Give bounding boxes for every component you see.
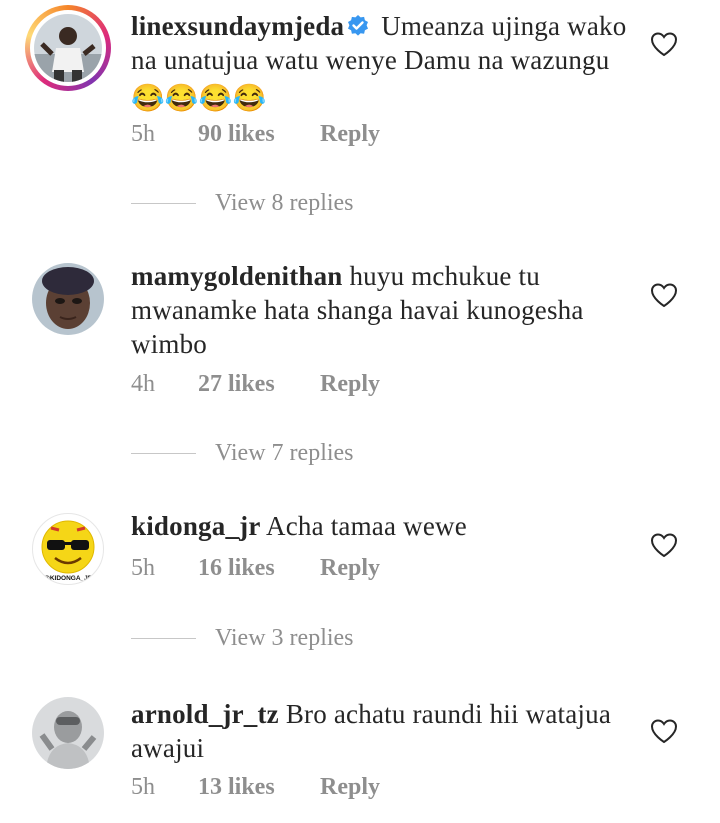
comment-time: 5h — [131, 555, 155, 581]
avatar-text: @KIDONGA_JR — [44, 575, 93, 582]
avatar[interactable] — [32, 697, 104, 769]
likes-count[interactable]: 13 likes — [198, 774, 275, 801]
comment-time: 4h — [131, 371, 155, 397]
heart-outline-icon[interactable] — [650, 282, 678, 308]
avatar[interactable] — [32, 263, 104, 335]
reply-button[interactable]: Reply — [320, 555, 380, 582]
comment-text: Acha tamaa wewe — [266, 511, 467, 541]
likes-count[interactable]: 27 likes — [198, 371, 275, 398]
comment-text-block: kidonga_jr Acha tamaa wewe — [131, 509, 631, 543]
verified-badge-icon — [348, 15, 369, 36]
comment-text-block: mamygoldenithan huyu mchukue tu mwanamke… — [131, 259, 631, 361]
username-link[interactable]: arnold_jr_tz — [131, 699, 279, 729]
comment-text-block: linexsundaymjeda Umeanza ujinga wako na … — [131, 9, 631, 115]
heart-outline-icon[interactable] — [650, 31, 678, 57]
heart-outline-icon[interactable] — [650, 718, 678, 744]
likes-count[interactable]: 16 likes — [198, 555, 275, 582]
likes-count[interactable]: 90 likes — [198, 121, 275, 148]
avatar[interactable]: @KIDONGA_JR — [32, 513, 104, 585]
reply-button[interactable]: Reply — [320, 774, 380, 801]
comment-text-block: arnold_jr_tz Bro achatu raundi hii wataj… — [131, 697, 631, 765]
reply-button[interactable]: Reply — [320, 121, 380, 148]
comment-time: 5h — [131, 121, 155, 147]
username-link[interactable]: mamygoldenithan — [131, 261, 343, 291]
heart-outline-icon[interactable] — [650, 532, 678, 558]
reply-button[interactable]: Reply — [320, 371, 380, 398]
comment-time: 5h — [131, 774, 155, 800]
divider — [131, 638, 196, 639]
divider — [131, 453, 196, 454]
laughing-emoji: 😂😂😂😂 — [131, 83, 267, 113]
divider — [131, 203, 196, 204]
username-link[interactable]: linexsundaymjeda — [131, 11, 344, 41]
username-link[interactable]: kidonga_jr — [131, 511, 261, 541]
avatar[interactable] — [25, 5, 111, 91]
